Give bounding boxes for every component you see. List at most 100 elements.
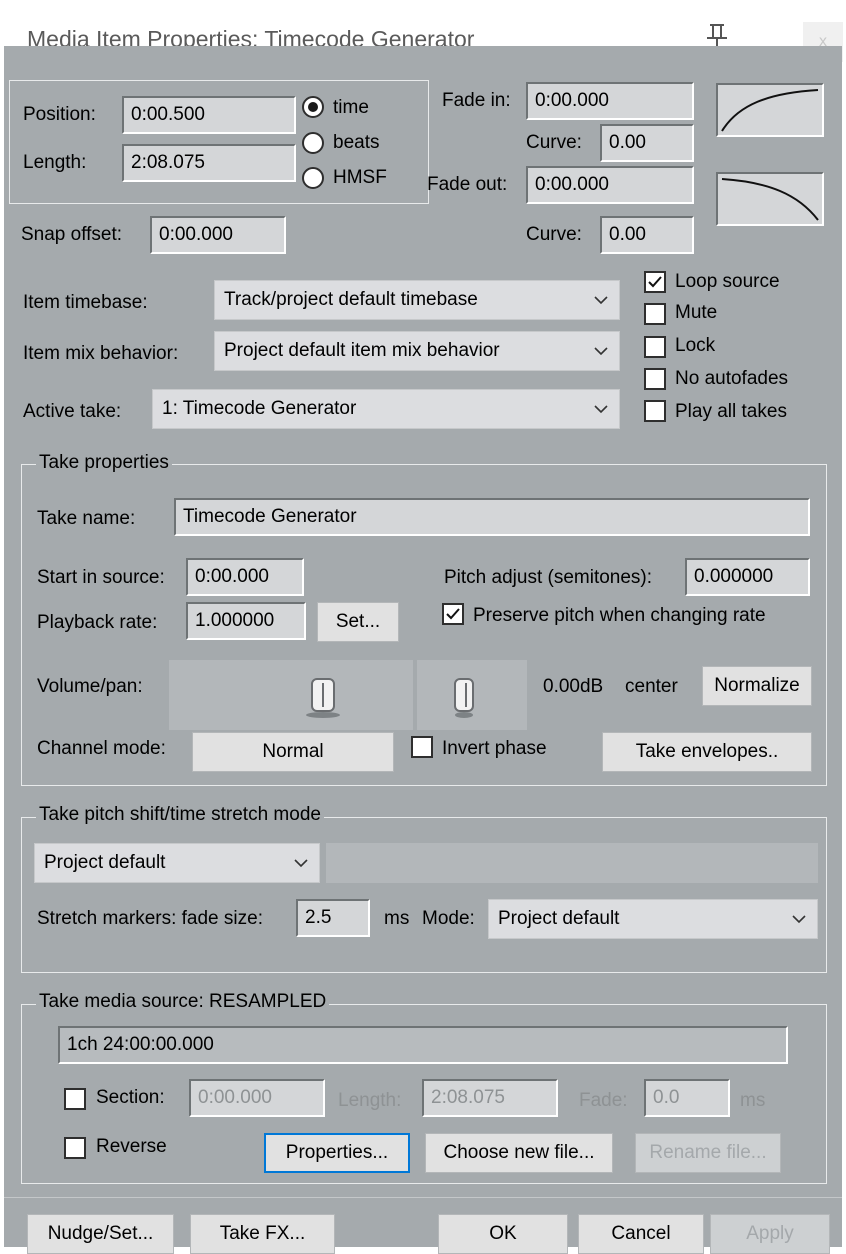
fade-size-field[interactable]: 2.5 [296,899,370,937]
playback-rate-field[interactable]: 1.000000 [186,602,306,640]
active-take-label: Active take: [23,401,122,422]
channel-mode-button[interactable]: Normal [192,732,394,772]
active-take-dropdown[interactable]: 1: Timecode Generator [152,389,620,429]
dialog-client: Position: 0:00.500 Length: 2:08.075 time… [4,46,842,1254]
play-all-takes-label: Play all takes [675,401,787,422]
time-radio[interactable] [302,96,324,118]
take-envelopes-button[interactable]: Take envelopes.. [602,732,812,772]
fade-in-curve-field[interactable]: 0.00 [600,124,694,162]
section-start-field[interactable]: 0:00.000 [189,1079,325,1117]
stretch-markers-label: Stretch markers: fade size: [37,908,263,929]
chevron-down-icon [594,347,608,356]
play-all-takes-checkbox[interactable] [644,400,666,422]
take-name-field[interactable]: Timecode Generator [174,498,810,536]
section-fade-field[interactable]: 0.0 [644,1079,730,1117]
volume-slider-thumb[interactable] [311,678,336,712]
lock-label: Lock [675,335,716,356]
item-mix-behavior-dropdown[interactable]: Project default item mix behavior [214,331,620,371]
loop-source-checkbox[interactable] [644,271,666,293]
reverse-checkbox[interactable] [64,1137,86,1159]
fade-size-ms-label: ms [384,908,410,929]
position-field[interactable]: 0:00.500 [122,96,296,134]
invert-phase-checkbox[interactable] [411,736,433,758]
section-fade-ms-label: ms [740,1090,766,1111]
choose-new-file-button[interactable]: Choose new file... [425,1133,613,1173]
length-label: Length: [23,152,87,173]
rename-file-button[interactable]: Rename file... [635,1133,781,1173]
pitch-shift-mode-dropdown[interactable]: Project default [34,843,320,883]
beats-radio-label: beats [333,132,380,153]
stretch-mode-dropdown[interactable]: Project default [488,899,818,939]
volume-readout: 0.00dB [543,676,604,697]
checkmark-icon [648,276,662,288]
pan-slider-thumb[interactable] [454,678,475,712]
take-properties-title: Take properties [36,452,172,474]
no-autofades-label: No autofades [675,368,789,389]
take-fx-button[interactable]: Take FX... [190,1214,335,1254]
pan-readout: center [625,676,678,697]
hmsf-radio[interactable] [302,167,324,189]
fade-in-curve-label: Curve: [526,132,582,153]
section-checkbox[interactable] [64,1088,86,1110]
media-source-title: Take media source: RESAMPLED [36,991,330,1013]
volume-slider[interactable] [169,660,413,730]
set-rate-button[interactable]: Set... [317,602,399,642]
fade-out-curve-field[interactable]: 0.00 [600,216,694,254]
item-mix-behavior-label: Item mix behavior: [23,343,179,364]
invert-phase-label: Invert phase [442,738,547,759]
ok-button[interactable]: OK [438,1214,568,1254]
pitch-adjust-field[interactable]: 0.000000 [685,558,810,596]
snap-offset-field[interactable]: 0:00.000 [150,216,286,254]
mute-checkbox[interactable] [644,303,666,325]
apply-button[interactable]: Apply [710,1214,830,1254]
volume-thumb-shadow [306,712,341,718]
length-field[interactable]: 2:08.075 [122,144,296,182]
pitch-shift-submode-dropdown [326,843,818,883]
preserve-pitch-checkbox[interactable] [442,603,464,625]
pitch-adjust-label: Pitch adjust (semitones): [444,567,653,588]
fade-out-curve-icon [721,178,819,221]
fade-out-curve-label: Curve: [526,224,582,245]
section-length-field[interactable]: 2:08.075 [422,1079,558,1117]
properties-button[interactable]: Properties... [264,1133,410,1173]
fade-in-label: Fade in: [442,90,511,111]
start-in-source-field[interactable]: 0:00.000 [186,558,304,596]
fade-in-shape-button[interactable] [716,83,824,137]
playback-rate-label: Playback rate: [37,612,158,633]
active-take-value: 1: Timecode Generator [162,398,357,419]
snap-offset-label: Snap offset: [21,224,123,245]
item-timebase-value: Track/project default timebase [224,289,478,310]
pan-slider[interactable] [417,660,527,730]
take-name-label: Take name: [37,508,136,529]
chevron-down-icon [594,296,608,305]
no-autofades-checkbox[interactable] [644,368,666,390]
start-in-source-label: Start in source: [37,567,165,588]
chevron-down-icon [792,915,806,924]
lock-checkbox[interactable] [644,336,666,358]
preserve-pitch-label: Preserve pitch when changing rate [473,605,766,626]
hmsf-radio-label: HMSF [333,167,387,188]
position-label: Position: [23,104,96,125]
channel-mode-label: Channel mode: [37,738,166,759]
beats-radio[interactable] [302,132,324,154]
section-label: Section: [96,1087,165,1108]
pan-thumb-shadow [455,712,474,718]
nudge-set-button[interactable]: Nudge/Set... [27,1214,174,1254]
time-radio-label: time [333,97,369,118]
normalize-button[interactable]: Normalize [702,666,812,706]
pitch-shift-title: Take pitch shift/time stretch mode [36,804,324,826]
section-length-label: Length: [338,1090,402,1111]
fade-in-field[interactable]: 0:00.000 [526,82,694,120]
footer-separator [4,1197,842,1198]
media-source-info: 1ch 24:00:00.000 [58,1026,788,1064]
loop-source-label: Loop source [675,271,780,292]
item-timebase-label: Item timebase: [23,292,148,313]
reverse-label: Reverse [96,1136,167,1157]
fade-out-shape-button[interactable] [716,172,824,226]
mute-label: Mute [675,302,718,323]
fade-in-curve-icon [721,89,819,132]
volume-pan-label: Volume/pan: [37,676,143,697]
item-timebase-dropdown[interactable]: Track/project default timebase [214,280,620,320]
fade-out-field[interactable]: 0:00.000 [526,166,694,204]
cancel-button[interactable]: Cancel [578,1214,704,1254]
